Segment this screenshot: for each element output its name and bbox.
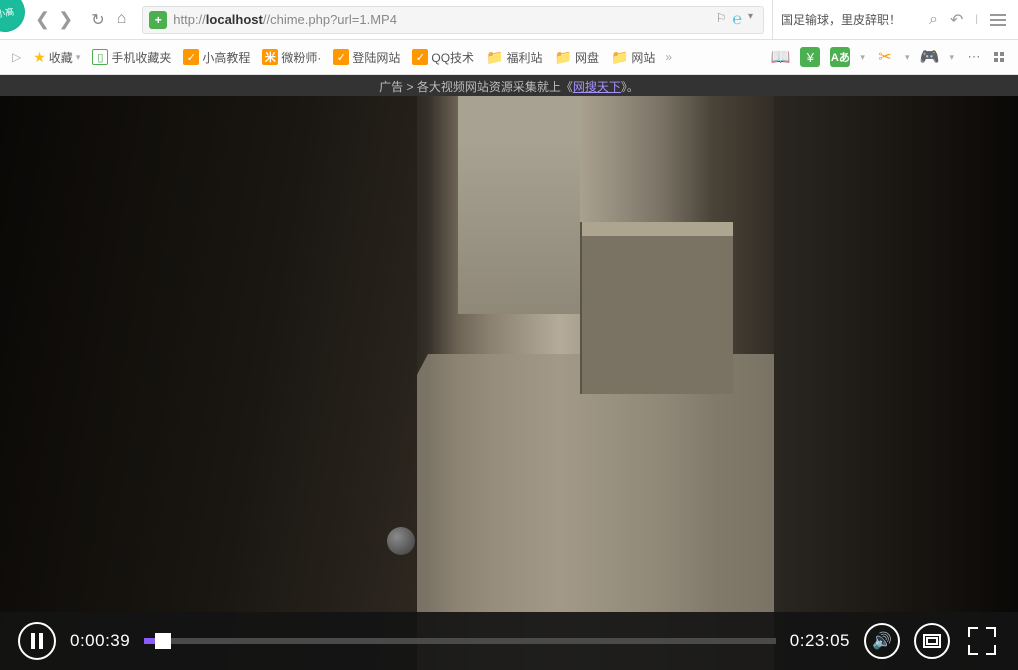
browser-logo-icon: 小高 xyxy=(0,0,28,35)
undo-button[interactable]: ↶ xyxy=(950,10,963,30)
volume-button[interactable]: 🔊 xyxy=(864,623,900,659)
ext-shopping-icon[interactable]: ¥ xyxy=(800,47,820,67)
forward-button[interactable]: ❯ xyxy=(58,9,73,30)
current-time-label: 0:00:39 xyxy=(70,631,130,651)
refresh-home-group: ↻ ⌂ xyxy=(83,10,134,30)
bookmark-denglu[interactable]: ✓登陆网站 xyxy=(327,49,406,66)
seek-knob[interactable] xyxy=(155,633,171,649)
theater-icon xyxy=(923,634,941,648)
url-text: http://localhost//chime.php?url=1.MP4 xyxy=(173,12,711,27)
refresh-button[interactable]: ↻ xyxy=(91,10,104,30)
bookmark-label: 小高教程 xyxy=(202,49,250,66)
bookmark-label: QQ技术 xyxy=(431,49,474,66)
url-host: localhost xyxy=(206,12,263,27)
compat-mode-icon[interactable]: ℮ xyxy=(732,11,742,29)
ad-banner: 广告 > 各大视频网站资源采集就上《网搜天下》。 xyxy=(0,75,1018,96)
back-button[interactable]: ❮ xyxy=(35,9,50,30)
check-icon: ✓ xyxy=(333,49,349,65)
speaker-icon: 🔊 xyxy=(872,631,892,651)
video-controls-bar: 0:00:39 0:23:05 🔊 xyxy=(0,612,1018,670)
ad-text-suffix: 》。 xyxy=(621,80,639,94)
check-icon: ✓ xyxy=(412,49,428,65)
fullscreen-icon xyxy=(968,627,978,637)
ext-more-icon[interactable]: ⋯ xyxy=(964,47,984,67)
bookmark-mobile[interactable]: ▯手机收藏夹 xyxy=(86,49,177,66)
bookmark-label: 登陆网站 xyxy=(352,49,400,66)
url-path: //chime.php?url=1.MP4 xyxy=(263,12,397,27)
bookmark-label: 网盘 xyxy=(575,49,599,66)
bookmark-fuli[interactable]: 📁福利站 xyxy=(480,49,548,66)
bookmarks-overflow-icon[interactable]: » xyxy=(661,50,676,64)
pause-button[interactable] xyxy=(18,622,56,660)
folder-icon: 📁 xyxy=(611,49,628,66)
video-player[interactable]: 0:00:39 0:23:05 🔊 xyxy=(0,96,1018,670)
bookmark-wangpan[interactable]: 📁网盘 xyxy=(549,49,605,66)
ext-game-icon[interactable]: 🎮 xyxy=(919,47,939,67)
seek-bar[interactable] xyxy=(144,638,776,644)
home-button[interactable]: ⌂ xyxy=(117,10,127,30)
folder-icon: 📁 xyxy=(555,49,572,66)
extensions-tray: 📖 ¥ Aあ ▾ ✂ ▾ 🎮 ▾ ⋯ xyxy=(770,47,1012,67)
theater-mode-button[interactable] xyxy=(914,623,950,659)
ad-link[interactable]: 网搜天下 xyxy=(573,80,621,94)
active-tab[interactable]: 国足输球，里皮辞职！ xyxy=(781,11,909,28)
window-tools: ⌕ ↶ | xyxy=(917,10,1018,30)
bookmark-wangzhan[interactable]: 📁网站 xyxy=(605,49,661,66)
bookmark-label: 收藏 xyxy=(49,49,73,66)
site-icon: 米 xyxy=(262,49,278,65)
bookmark-favorites[interactable]: ★收藏▾ xyxy=(27,49,86,66)
phone-icon: ▯ xyxy=(92,49,108,65)
pause-icon xyxy=(31,633,43,649)
ext-screenshot-icon[interactable]: ✂ xyxy=(875,47,895,67)
ext-translate-icon[interactable]: Aあ xyxy=(830,47,850,67)
video-still-image xyxy=(0,96,1018,670)
bookmark-weifen[interactable]: 米微粉师· xyxy=(256,49,327,66)
bookmarks-expand-icon[interactable]: ▷ xyxy=(6,50,27,64)
security-shield-icon: + xyxy=(149,11,167,29)
ad-text-prefix: 广告 > 各大视频网站资源采集就上《 xyxy=(379,80,573,94)
ext-apps-icon[interactable] xyxy=(994,52,1004,62)
nav-arrows: ❮ ❯ xyxy=(25,9,83,30)
tab-strip: 国足输球，里皮辞职！ xyxy=(772,0,917,39)
browser-address-bar: 小高 ❮ ❯ ↻ ⌂ + http://localhost//chime.php… xyxy=(0,0,1018,40)
url-prefix: http:// xyxy=(173,12,206,27)
bookmark-qq[interactable]: ✓QQ技术 xyxy=(406,49,480,66)
bookmark-xiaogao[interactable]: ✓小高教程 xyxy=(177,49,256,66)
url-input[interactable]: + http://localhost//chime.php?url=1.MP4 … xyxy=(142,6,764,34)
folder-icon: 📁 xyxy=(486,49,503,66)
bookmark-label: 福利站 xyxy=(507,49,543,66)
ext-read-icon[interactable]: 📖 xyxy=(770,47,790,67)
video-frame xyxy=(0,96,1018,670)
bookmark-label: 手机收藏夹 xyxy=(111,49,171,66)
fullscreen-button[interactable] xyxy=(964,623,1000,659)
star-icon: ★ xyxy=(33,49,46,66)
share-icon[interactable]: ⚐ xyxy=(716,11,727,29)
duration-label: 0:23:05 xyxy=(790,631,850,651)
menu-button[interactable] xyxy=(990,14,1006,26)
bookmark-label: 网站 xyxy=(631,49,655,66)
search-button[interactable]: ⌕ xyxy=(929,11,938,29)
dropdown-icon[interactable]: ▾ xyxy=(748,11,753,29)
bookmark-label: 微粉师· xyxy=(281,49,321,66)
bookmarks-bar: ▷ ★收藏▾ ▯手机收藏夹 ✓小高教程 米微粉师· ✓登陆网站 ✓QQ技术 📁福… xyxy=(0,40,1018,75)
check-icon: ✓ xyxy=(183,49,199,65)
url-box-tools: ⚐ ℮ ▾ xyxy=(712,11,757,29)
